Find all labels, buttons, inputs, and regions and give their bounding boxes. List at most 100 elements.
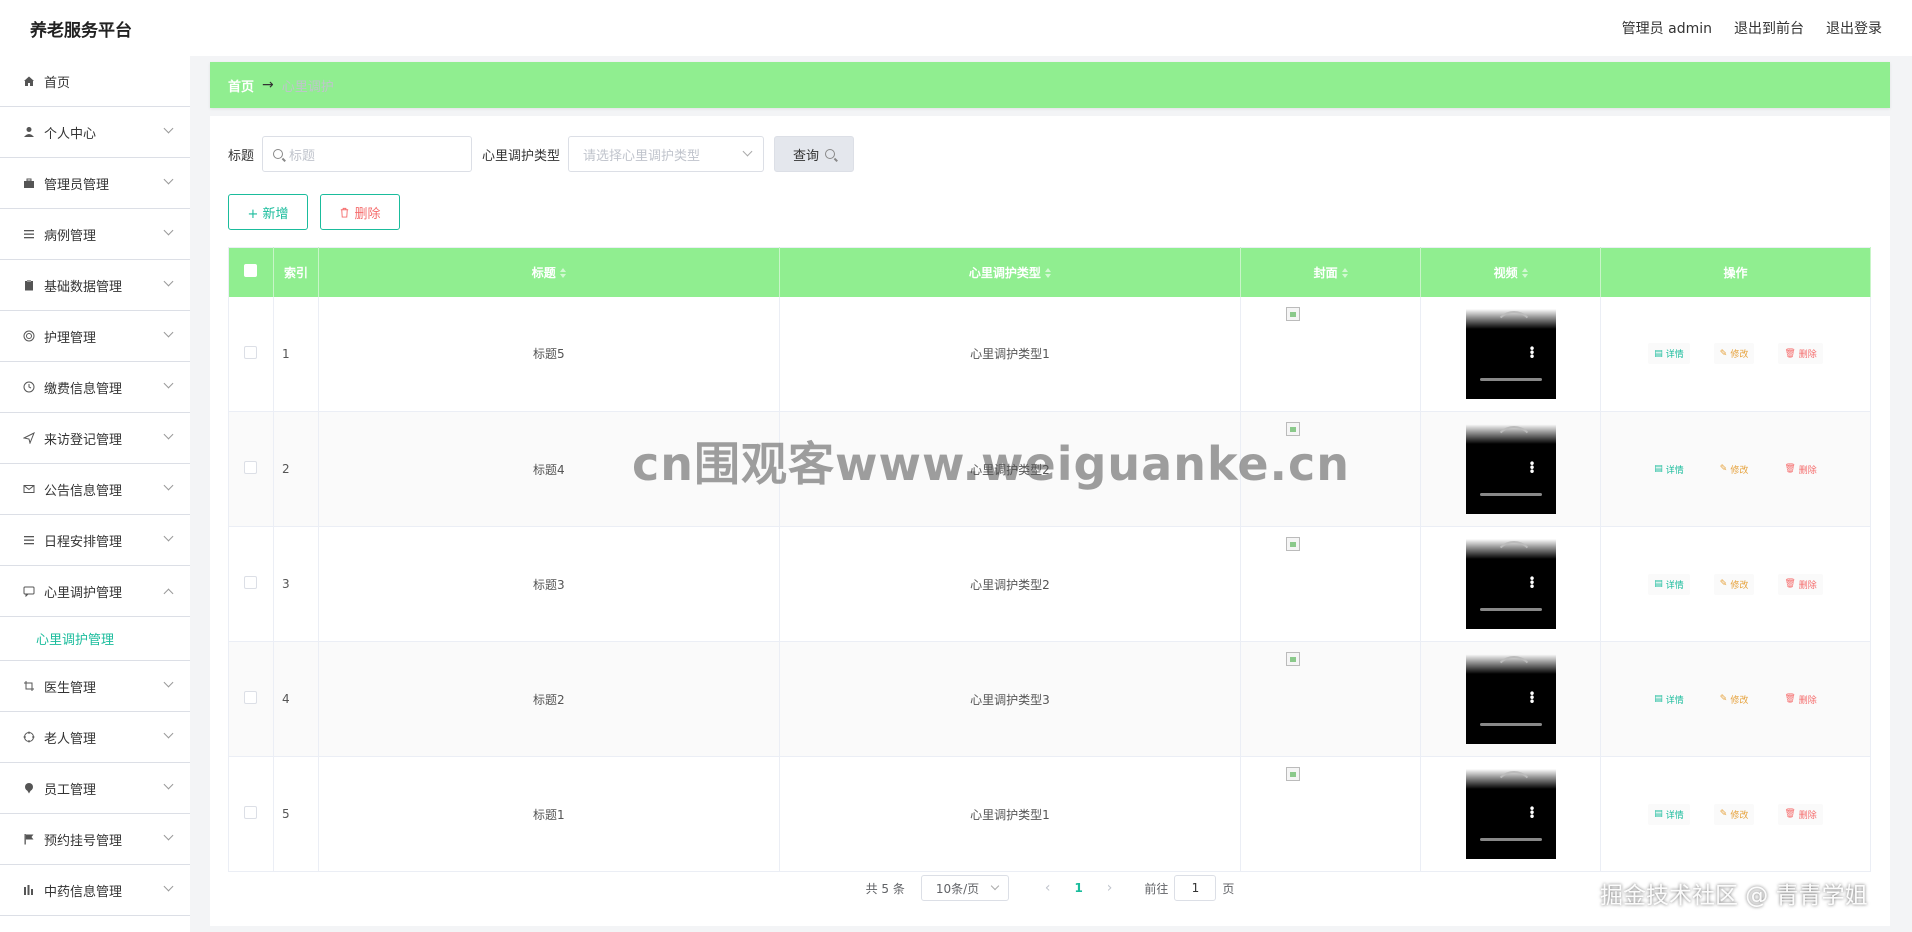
breadcrumb-home-link[interactable]: 首页 <box>228 76 254 95</box>
select-all-cell <box>228 247 274 297</box>
sidebar-item-visitor[interactable]: 来访登记管理 <box>0 413 190 464</box>
row-index: 3 <box>273 526 319 642</box>
delete-button-label: 删除 <box>1798 465 1817 476</box>
column-header-video[interactable]: 视频 <box>1420 247 1602 297</box>
flag-icon <box>22 832 36 846</box>
row-video-cell: • • • <box>1420 411 1602 527</box>
detail-button[interactable]: ▤ 详情 <box>1648 803 1690 825</box>
sidebar-item-staff[interactable]: 员工管理 <box>0 763 190 814</box>
sidebar-item-elderly[interactable]: 老人管理 <box>0 712 190 763</box>
exit-to-front-link[interactable]: 退出到前台 <box>1734 18 1804 38</box>
sidebar-item-psych-care[interactable]: 心里调护管理 <box>0 566 190 617</box>
detail-button[interactable]: ▤ 详情 <box>1648 688 1690 710</box>
query-button[interactable]: 查询 <box>774 136 855 172</box>
target-icon <box>22 329 36 343</box>
column-header-title[interactable]: 标题 <box>318 247 780 297</box>
edit-button[interactable]: ✎ 修改 <box>1713 573 1755 595</box>
detail-button[interactable]: ▤ 详情 <box>1648 458 1690 480</box>
column-header-type[interactable]: 心里调护类型 <box>779 247 1242 297</box>
prev-page-button[interactable]: ‹ <box>1045 880 1051 896</box>
row-cover <box>1240 526 1422 642</box>
detail-button-label: 详情 <box>1665 350 1684 361</box>
title-search-input[interactable]: 标题 <box>262 136 473 172</box>
goto-label: 前往 <box>1144 881 1169 896</box>
sidebar-item-label: 心里调护管理 <box>44 585 123 601</box>
sidebar-item-admin-management[interactable]: 管理员管理 <box>0 158 190 209</box>
video-player[interactable]: • • • <box>1465 654 1556 744</box>
sidebar-item-label: 日程安排管理 <box>44 534 123 550</box>
sidebar-item-payment[interactable]: 缴费信息管理 <box>0 362 190 413</box>
select-all-checkbox[interactable] <box>244 264 258 278</box>
sidebar-item-nursing[interactable]: 护理管理 <box>0 311 190 362</box>
title-filter-label: 标题 <box>228 148 255 164</box>
table-row: 5 标题1 心里调护类型1 • • • ▤ 详情 ✎ 修改 🗑 删除 <box>228 756 1871 872</box>
chevron-up-icon <box>163 588 174 599</box>
search-icon <box>273 149 284 159</box>
add-button[interactable]: + 新增 <box>228 194 308 230</box>
batch-delete-button[interactable]: 删除 <box>320 194 400 230</box>
chevron-down-icon <box>163 123 174 134</box>
row-checkbox[interactable] <box>244 806 258 819</box>
row-checkbox[interactable] <box>244 461 258 474</box>
sidebar-item-herbal-medicine[interactable]: 中药信息管理 <box>0 865 190 916</box>
trash-icon: 🗑 <box>1784 348 1796 359</box>
broken-image-icon <box>1286 652 1301 666</box>
edit-button[interactable]: ✎ 修改 <box>1713 458 1755 480</box>
video-player[interactable]: • • • <box>1465 539 1556 629</box>
send-icon <box>22 431 36 445</box>
logout-link[interactable]: 退出登录 <box>1826 18 1882 38</box>
edit-button[interactable]: ✎ 修改 <box>1713 803 1755 825</box>
column-header-label: 视频 <box>1493 265 1518 280</box>
video-player[interactable]: • • • <box>1465 769 1556 859</box>
video-player[interactable]: • • • <box>1465 308 1556 399</box>
table-row: 4 标题2 心里调护类型3 • • • ▤ 详情 ✎ 修改 🗑 删除 <box>228 641 1871 757</box>
trash-icon: 🗑 <box>1784 809 1796 819</box>
pencil-icon: ✎ <box>1719 809 1728 819</box>
row-checkbox[interactable] <box>244 345 258 359</box>
trash-icon: 🗑 <box>1784 694 1796 704</box>
more-vertical-icon: • • • <box>1528 687 1536 709</box>
sidebar-item-label: 来访登记管理 <box>44 432 123 448</box>
video-player[interactable]: • • • <box>1465 424 1556 514</box>
sidebar-item-notice[interactable]: 公告信息管理 <box>0 464 190 515</box>
sidebar-item-base-data[interactable]: 基础数据管理 <box>0 260 190 311</box>
sidebar-item-schedule[interactable]: 日程安排管理 <box>0 515 190 566</box>
page-number-button[interactable]: 1 <box>1074 881 1082 895</box>
sidebar-item-personal-center[interactable]: 个人中心 <box>0 107 190 158</box>
sidebar-item-case-management[interactable]: 病例管理 <box>0 209 190 260</box>
sidebar-item-label: 预约挂号管理 <box>44 833 123 849</box>
edit-button[interactable]: ✎ 修改 <box>1713 688 1755 710</box>
delete-button-label: 删除 <box>1798 580 1817 591</box>
sidebar-item-home[interactable]: 首页 <box>0 56 190 107</box>
type-select[interactable]: 请选择心里调护类型 <box>568 136 765 172</box>
delete-button[interactable]: 🗑 删除 <box>1778 343 1823 365</box>
delete-button[interactable]: 🗑 删除 <box>1778 573 1823 595</box>
row-checkbox[interactable] <box>244 576 258 589</box>
column-header-cover[interactable]: 封面 <box>1240 247 1422 297</box>
user-icon <box>22 125 36 139</box>
chevron-down-icon <box>163 531 174 542</box>
delete-button[interactable]: 🗑 删除 <box>1778 688 1823 710</box>
delete-button[interactable]: 🗑 删除 <box>1778 803 1823 825</box>
sidebar-item-appointment[interactable]: 预约挂号管理 <box>0 814 190 865</box>
crop-icon <box>22 679 36 693</box>
breadcrumb: 首页 → 心里调护 <box>210 62 1890 108</box>
next-page-button[interactable]: › <box>1107 880 1113 896</box>
row-video-cell: • • • <box>1420 296 1602 412</box>
video-progress-bar <box>1479 377 1542 381</box>
sidebar-item-label: 公告信息管理 <box>44 483 123 499</box>
row-select-cell <box>228 756 274 872</box>
top-bar: 养老服务平台 管理员 admin 退出到前台 退出登录 <box>0 0 1912 56</box>
row-checkbox[interactable] <box>244 691 258 704</box>
page-size-select[interactable]: 10条/页 <box>920 875 1009 901</box>
chevron-down-icon <box>742 146 753 157</box>
delete-button[interactable]: 🗑 删除 <box>1778 458 1823 480</box>
sidebar-item-doctor[interactable]: 医生管理 <box>0 661 190 712</box>
pencil-icon: ✎ <box>1719 694 1728 704</box>
sidebar-subitem-psych-care[interactable]: 心里调护管理 <box>0 617 190 661</box>
edit-button[interactable]: ✎ 修改 <box>1713 343 1755 365</box>
detail-button[interactable]: ▤ 详情 <box>1648 573 1690 595</box>
detail-button[interactable]: ▤ 详情 <box>1648 343 1690 365</box>
pagination-total: 共 5 条 <box>865 881 905 896</box>
goto-page-input[interactable]: 1 <box>1174 875 1217 901</box>
